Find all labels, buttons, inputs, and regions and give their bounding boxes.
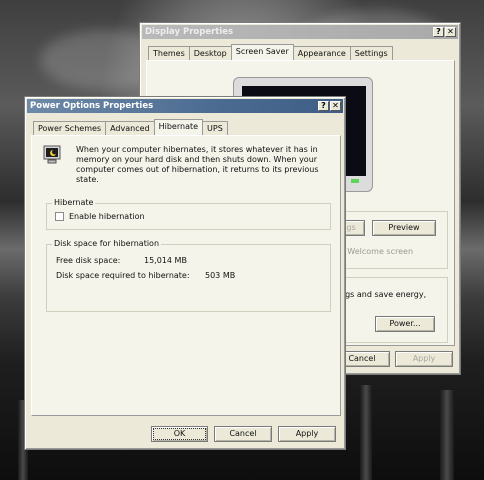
ok-button[interactable]: OK [151,426,208,442]
tab-advanced[interactable]: Advanced [105,121,155,135]
required-disk-space-label: Disk space required to hibernate: [56,271,190,280]
preview-button[interactable]: Preview [372,220,436,236]
power-button[interactable]: Power... [375,316,435,332]
window-title: Power Options Properties [30,101,154,111]
tab-appearance[interactable]: Appearance [292,46,351,60]
window-title: Display Properties [145,27,234,37]
disk-space-group-label: Disk space for hibernation [52,239,162,248]
apply-button[interactable]: Apply [278,426,336,442]
free-disk-space-value: 15,014 MB [144,256,187,265]
close-icon[interactable]: ✕ [330,101,341,111]
help-button[interactable]: ? [433,27,444,37]
power-options-window: Power Options Properties ? ✕ Power Schem… [24,96,346,450]
enable-hibernation-checkbox[interactable] [55,212,64,221]
pier-post [360,385,372,480]
tab-ups[interactable]: UPS [202,121,228,135]
tab-themes[interactable]: Themes [148,46,190,60]
tab-hibernate[interactable]: Hibernate [153,119,204,135]
display-properties-titlebar[interactable]: Display Properties ? ✕ [142,25,458,39]
hibernate-group-label: Hibernate [52,198,96,207]
hibernate-panel: When your computer hibernates, it stores… [31,135,341,416]
power-group [332,277,448,343]
tab-desktop[interactable]: Desktop [188,46,232,60]
power-options-titlebar[interactable]: Power Options Properties ? ✕ [27,99,343,113]
pier-post [440,390,454,480]
tab-settings[interactable]: Settings [349,46,393,60]
close-icon[interactable]: ✕ [445,27,456,37]
monitor-power-light [351,179,359,183]
required-disk-space-value: 503 MB [205,271,236,280]
display-apply-button[interactable]: Apply [395,351,453,367]
hibernate-description: When your computer hibernates, it stores… [76,145,319,184]
welcome-screen-text: y Welcome screen [340,247,414,256]
disk-space-group: Disk space for hibernation Free disk spa… [46,239,331,312]
tab-power-schemes[interactable]: Power Schemes [33,121,107,135]
hibernate-group: Hibernate Enable hibernation [46,198,331,230]
tab-screen-saver[interactable]: Screen Saver [230,44,294,60]
help-button[interactable]: ? [318,101,329,111]
display-tabs: Themes Desktop Screen Saver Appearance S… [148,44,393,60]
free-disk-space-label: Free disk space: [56,256,121,265]
power-text: ngs and save energy, [340,290,427,299]
enable-hibernation-label[interactable]: Enable hibernation [69,212,145,222]
power-tabs: Power Schemes Advanced Hibernate UPS [33,119,228,135]
hibernate-computer-icon [42,144,64,166]
cancel-button[interactable]: Cancel [214,426,272,442]
